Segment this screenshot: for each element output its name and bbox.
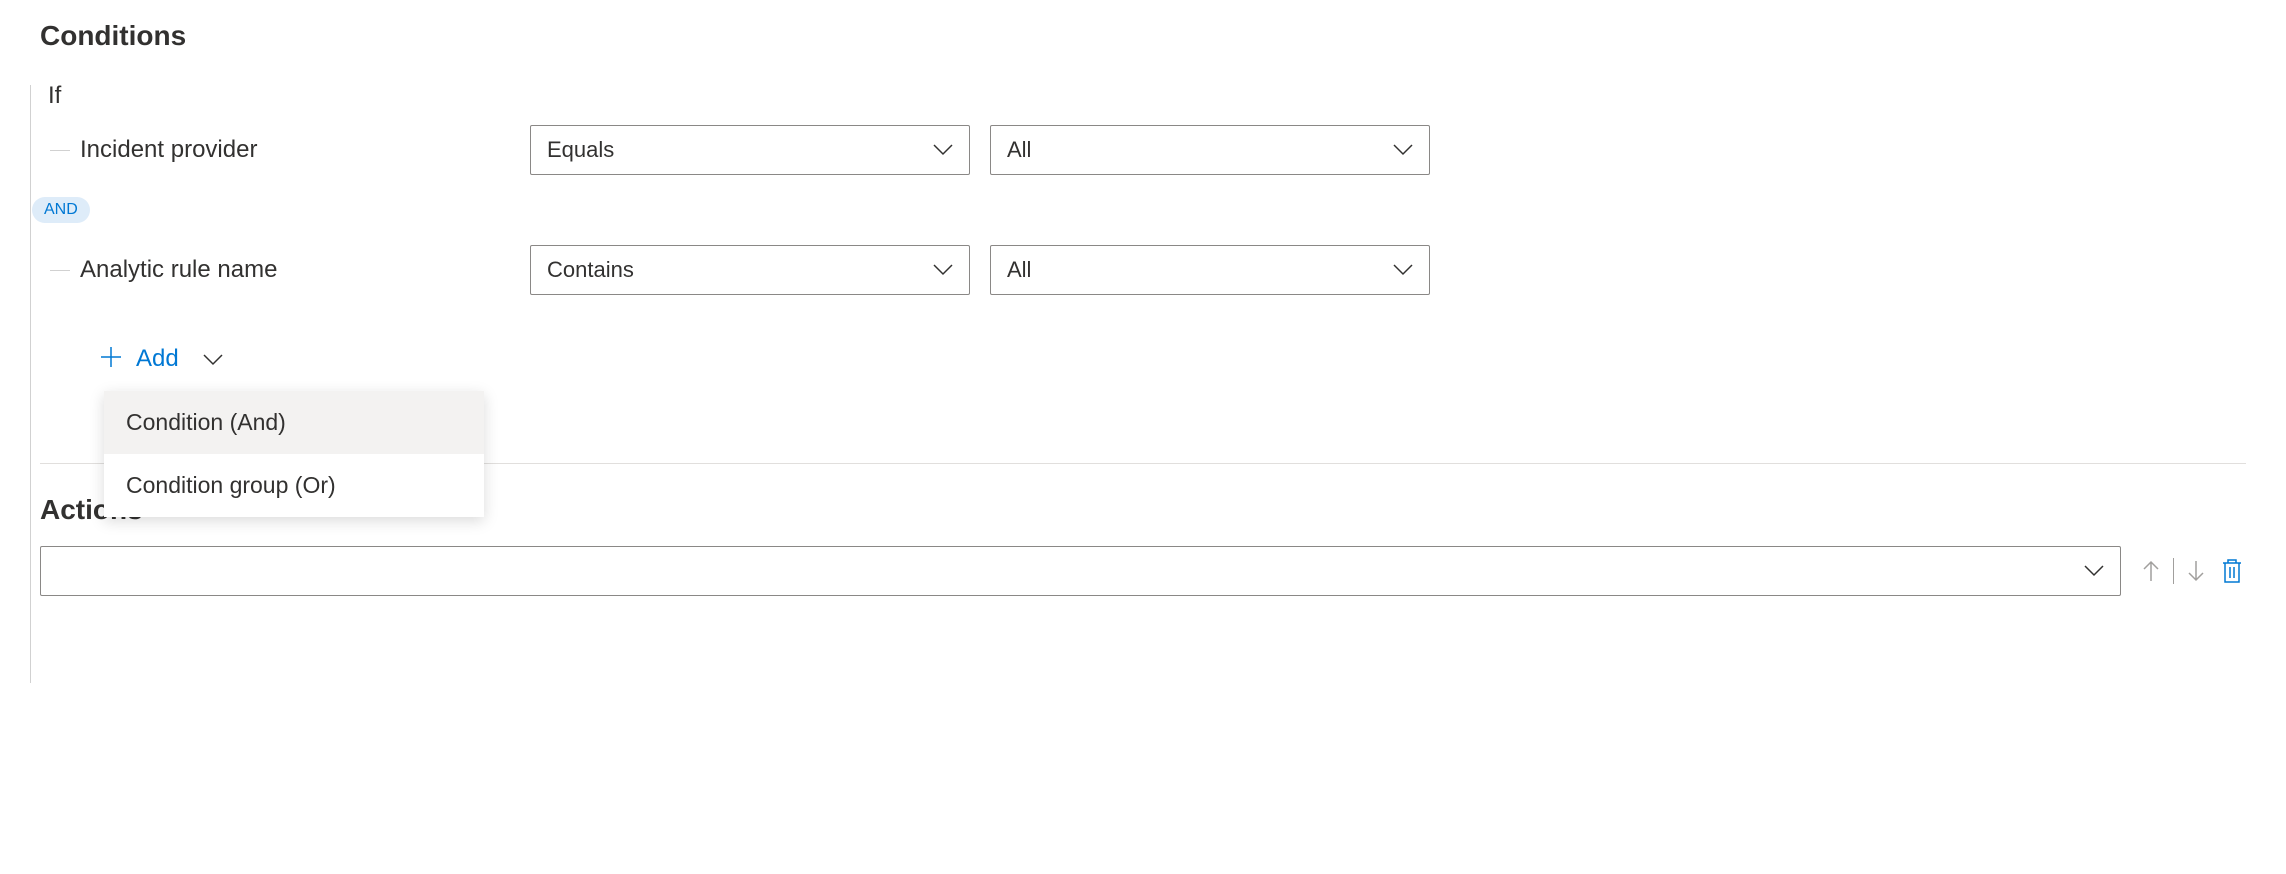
add-condition-button[interactable]: Add (100, 335, 223, 383)
chevron-down-icon (2084, 565, 2104, 577)
condition-row: Analytic rule name Contains All (60, 245, 2246, 295)
delete-button[interactable] (2218, 557, 2246, 585)
add-row: Add Condition (And) Condition group (Or) (60, 335, 2246, 383)
plus-icon (100, 343, 122, 375)
value-text: All (1007, 257, 1031, 283)
condition-field-label: Analytic rule name (60, 256, 530, 284)
tree-connector (50, 270, 70, 271)
condition-field-label: Incident provider (60, 136, 530, 164)
value-dropdown[interactable]: All (990, 245, 1430, 295)
add-label: Add (136, 345, 179, 373)
operator-value: Contains (547, 257, 634, 283)
tree-line (30, 85, 31, 683)
action-select-dropdown[interactable] (40, 546, 2121, 596)
value-text: All (1007, 137, 1031, 163)
menu-item-condition-group-or[interactable]: Condition group (Or) (104, 454, 484, 517)
chevron-down-icon (1393, 144, 1413, 156)
chevron-down-icon (933, 144, 953, 156)
separator (2173, 558, 2174, 584)
chevron-down-icon (933, 264, 953, 276)
actions-row (40, 546, 2246, 596)
menu-item-condition-and[interactable]: Condition (And) (104, 391, 484, 454)
chevron-down-icon (1393, 264, 1413, 276)
conditions-heading: Conditions (40, 20, 2246, 52)
chevron-down-icon (203, 345, 223, 373)
operator-value: Equals (547, 137, 614, 163)
add-dropdown-menu: Condition (And) Condition group (Or) (104, 391, 484, 517)
conditions-block: AND Incident provider Equals All Analyti… (40, 125, 2246, 383)
move-up-button[interactable] (2137, 557, 2165, 585)
value-dropdown[interactable]: All (990, 125, 1430, 175)
move-down-button[interactable] (2182, 557, 2210, 585)
operator-dropdown[interactable]: Equals (530, 125, 970, 175)
operator-dropdown[interactable]: Contains (530, 245, 970, 295)
condition-row: Incident provider Equals All (60, 125, 2246, 175)
if-label: If (48, 82, 2246, 110)
tree-connector (50, 150, 70, 151)
action-controls (2137, 557, 2246, 585)
and-connector-pill: AND (32, 197, 90, 223)
